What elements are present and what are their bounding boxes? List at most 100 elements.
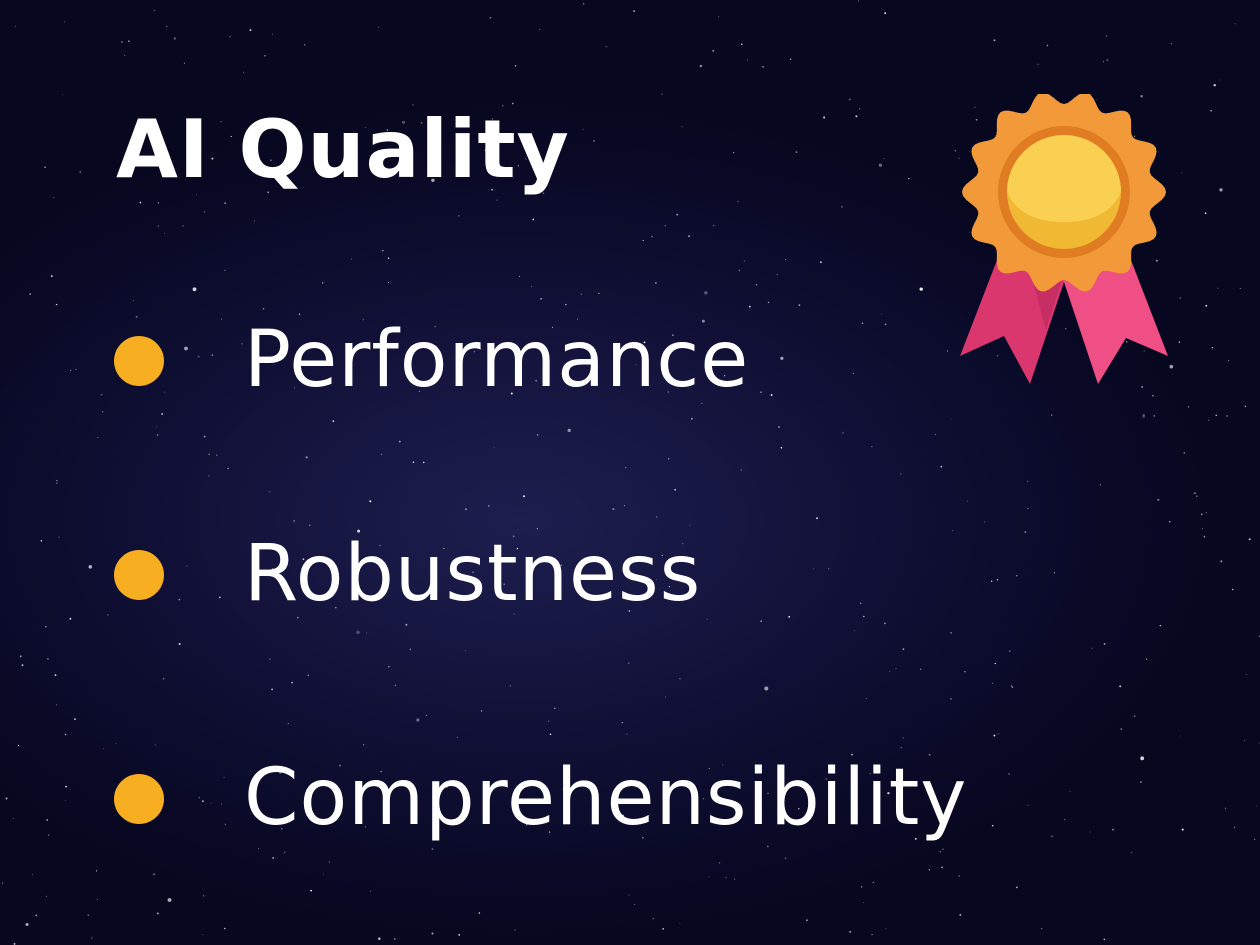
star <box>966 500 969 502</box>
star <box>211 354 214 356</box>
star <box>872 881 874 883</box>
star <box>362 743 365 746</box>
star <box>628 894 630 896</box>
star <box>271 688 273 691</box>
star <box>224 927 226 930</box>
star <box>738 269 741 272</box>
star <box>885 928 887 930</box>
star <box>994 662 996 665</box>
star <box>249 29 252 32</box>
star <box>1046 44 1049 47</box>
star <box>662 928 665 930</box>
star <box>56 480 58 482</box>
star <box>332 420 335 423</box>
star <box>950 418 952 420</box>
star <box>895 667 897 670</box>
star <box>1159 624 1161 627</box>
star <box>708 876 710 878</box>
star <box>785 857 787 859</box>
star <box>946 350 949 352</box>
star <box>536 434 539 436</box>
star <box>1026 480 1029 483</box>
star <box>32 873 33 875</box>
star <box>1027 508 1029 510</box>
star <box>156 912 159 915</box>
star <box>75 368 77 371</box>
star <box>416 718 420 722</box>
star <box>378 937 381 940</box>
star <box>409 648 412 650</box>
star <box>153 9 156 12</box>
star <box>1179 297 1182 299</box>
star <box>1169 364 1174 369</box>
star <box>208 453 210 455</box>
star <box>1195 495 1198 498</box>
star <box>934 433 936 435</box>
star <box>1210 110 1212 112</box>
star <box>863 615 865 618</box>
star <box>908 177 910 180</box>
star <box>780 356 784 360</box>
star <box>878 163 883 167</box>
star <box>928 869 930 871</box>
star <box>241 342 243 345</box>
star <box>1016 886 1018 889</box>
star <box>208 475 210 477</box>
star <box>366 632 368 634</box>
star <box>778 426 780 428</box>
star <box>531 285 533 287</box>
star <box>107 614 109 616</box>
star <box>405 623 408 626</box>
star <box>1053 572 1056 574</box>
star <box>156 434 159 436</box>
star <box>688 235 690 238</box>
star <box>167 898 172 902</box>
star <box>762 65 764 68</box>
star <box>100 393 103 396</box>
star <box>394 684 397 687</box>
star <box>743 260 746 262</box>
star <box>849 98 851 101</box>
star <box>192 287 197 292</box>
star <box>1234 23 1236 25</box>
star <box>91 937 93 939</box>
star <box>1008 772 1011 775</box>
star <box>96 870 98 872</box>
star <box>1217 287 1219 289</box>
star <box>56 704 58 706</box>
star <box>229 36 231 38</box>
star <box>681 126 683 128</box>
star <box>54 674 57 677</box>
star <box>2 882 3 884</box>
slide-title: AI Quality <box>116 103 570 196</box>
star <box>203 895 205 897</box>
star <box>1178 341 1181 343</box>
star <box>859 602 862 605</box>
star <box>954 149 957 152</box>
star <box>1099 484 1101 486</box>
star <box>549 733 552 736</box>
star <box>1170 43 1172 45</box>
star <box>540 298 542 300</box>
star <box>828 568 830 570</box>
star <box>1181 172 1183 174</box>
star <box>1219 188 1223 192</box>
star <box>939 851 941 853</box>
star <box>667 457 670 460</box>
star <box>45 626 47 628</box>
star <box>1225 807 1227 809</box>
star <box>984 521 986 523</box>
star <box>1226 415 1228 417</box>
star <box>132 299 134 301</box>
star <box>272 857 275 859</box>
star <box>523 495 525 498</box>
star <box>115 743 117 745</box>
star <box>478 912 481 914</box>
star <box>1244 740 1246 742</box>
star <box>996 579 999 581</box>
star <box>283 851 286 854</box>
star <box>153 873 155 876</box>
star <box>47 658 49 660</box>
star <box>849 930 852 933</box>
star <box>157 202 160 204</box>
